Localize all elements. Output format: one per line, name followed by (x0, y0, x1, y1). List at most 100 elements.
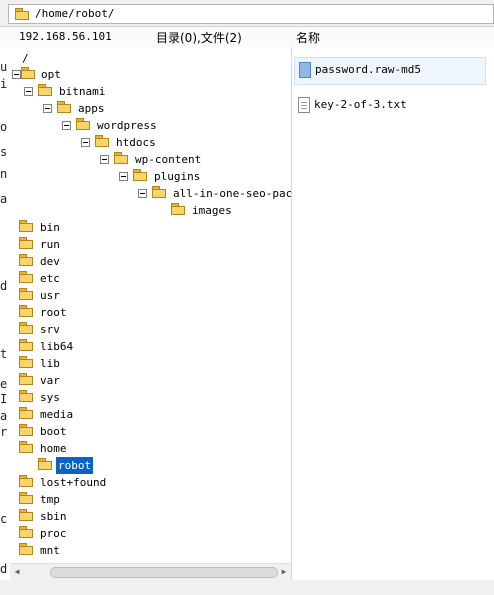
tree-node-label: opt (41, 68, 61, 81)
tree-node-label: dev (40, 255, 60, 268)
collapse-toggle[interactable] (43, 104, 52, 113)
folder-icon (19, 339, 33, 351)
tree-node-label: sbin (40, 510, 67, 523)
folder-icon (19, 356, 33, 368)
folder-icon (19, 390, 33, 402)
strip-char: c (0, 512, 8, 526)
tree-node-label: apps (78, 102, 105, 115)
status-strip (0, 580, 494, 595)
strip-char: i (0, 77, 8, 91)
strip-char: o (0, 120, 8, 134)
tree-node-label: var (40, 374, 60, 387)
folder-icon (57, 101, 71, 113)
tree-node-label: boot (40, 425, 67, 438)
collapse-toggle[interactable] (119, 172, 128, 181)
strip-char: d (0, 279, 8, 293)
strip-char: t (0, 347, 8, 361)
folder-icon (21, 67, 35, 79)
tree-node-label: wordpress (97, 119, 157, 132)
folder-icon (19, 526, 33, 538)
list-item[interactable]: key-2-of-3.txt (296, 95, 486, 115)
strip-char: I (0, 392, 8, 406)
tree-node-label-selected: robot (56, 457, 94, 474)
strip-char: d (0, 562, 8, 576)
folder-icon (19, 254, 33, 266)
collapse-toggle[interactable] (81, 138, 90, 147)
collapse-toggle[interactable] (100, 155, 109, 164)
tree-node-label: usr (40, 289, 60, 302)
tree-node-label: home (40, 442, 67, 455)
list-item[interactable]: password.raw-md5 (294, 57, 486, 85)
folder-icon (19, 271, 33, 283)
scrollbar-thumb[interactable] (50, 567, 278, 578)
strip-char: u (0, 60, 8, 74)
tree-node-label: wp-content (135, 153, 202, 166)
tree-node-label: lost+found (40, 476, 107, 489)
path-field[interactable]: /home/robot/ (8, 4, 494, 24)
file-name: key-2-of-3.txt (314, 98, 407, 111)
tree-root-label: / (22, 52, 29, 65)
folder-icon (133, 169, 147, 181)
collapse-toggle[interactable] (138, 189, 147, 198)
list-header: 192.168.56.101 目录(0),文件(2) 名称 (0, 27, 494, 48)
file-name: password.raw-md5 (315, 63, 421, 76)
text-file-icon (298, 97, 310, 113)
scroll-left-icon[interactable]: ◀ (12, 567, 22, 577)
folder-icon (171, 203, 185, 215)
folder-icon (19, 475, 33, 487)
folder-icon (15, 8, 29, 20)
item-count: 目录(0),文件(2) (156, 31, 242, 45)
file-list[interactable]: password.raw-md5 key-2-of-3.txt (292, 47, 494, 577)
tree-node-label: images (192, 204, 232, 217)
strip-char: a (0, 192, 8, 206)
tree-node-label: tmp (40, 493, 60, 506)
raw-file-icon (299, 62, 311, 78)
folder-icon (19, 288, 33, 300)
tree-node-label: run (40, 238, 60, 251)
folder-icon (19, 322, 33, 334)
path-text: /home/robot/ (35, 7, 115, 20)
strip-char: n (0, 167, 8, 181)
tree-node-label: all-in-one-seo-pack (173, 187, 292, 200)
tree-node-label: etc (40, 272, 60, 285)
strip-char: s (0, 145, 8, 159)
folder-icon (19, 220, 33, 232)
horizontal-scrollbar[interactable]: ◀ ▶ (10, 563, 291, 580)
address-bar: /home/robot/ (0, 0, 494, 27)
tree-node-label: lib64 (40, 340, 74, 353)
strip-char: r (0, 425, 8, 439)
directory-tree[interactable]: / opt bitnami apps wordpress htdocs wp-c… (10, 47, 292, 580)
folder-open-icon (38, 458, 52, 470)
tree-node-label: htdocs (116, 136, 156, 149)
background-text-strip: u i o s n a d t e I a r c d l (0, 47, 10, 595)
folder-icon (19, 237, 33, 249)
folder-icon (114, 152, 128, 164)
tree-node-label: bin (40, 221, 60, 234)
folder-icon (19, 441, 33, 453)
tree-node-label: media (40, 408, 74, 421)
tree-node-label: sys (40, 391, 60, 404)
tree-node-label: lib (40, 357, 60, 370)
tree-node-label: plugins (154, 170, 201, 183)
folder-icon (19, 407, 33, 419)
folder-icon (152, 186, 166, 198)
collapse-toggle[interactable] (24, 87, 33, 96)
scroll-right-icon[interactable]: ▶ (279, 567, 289, 577)
tree-node-label: root (40, 306, 67, 319)
folder-icon (38, 84, 52, 96)
folder-icon (19, 492, 33, 504)
host-address: 192.168.56.101 (19, 30, 112, 43)
folder-icon (76, 118, 90, 130)
strip-char: e (0, 377, 8, 391)
strip-char: a (0, 409, 8, 423)
tree-node-label: proc (40, 527, 67, 540)
collapse-toggle[interactable] (62, 121, 71, 130)
folder-icon (19, 509, 33, 521)
tree-node-label: bitnami (59, 85, 106, 98)
collapse-toggle[interactable] (12, 70, 21, 79)
folder-icon (95, 135, 109, 147)
folder-icon (19, 543, 33, 555)
folder-icon (19, 305, 33, 317)
tree-node-label: mnt (40, 544, 60, 557)
name-column-header[interactable]: 名称 (296, 29, 320, 46)
